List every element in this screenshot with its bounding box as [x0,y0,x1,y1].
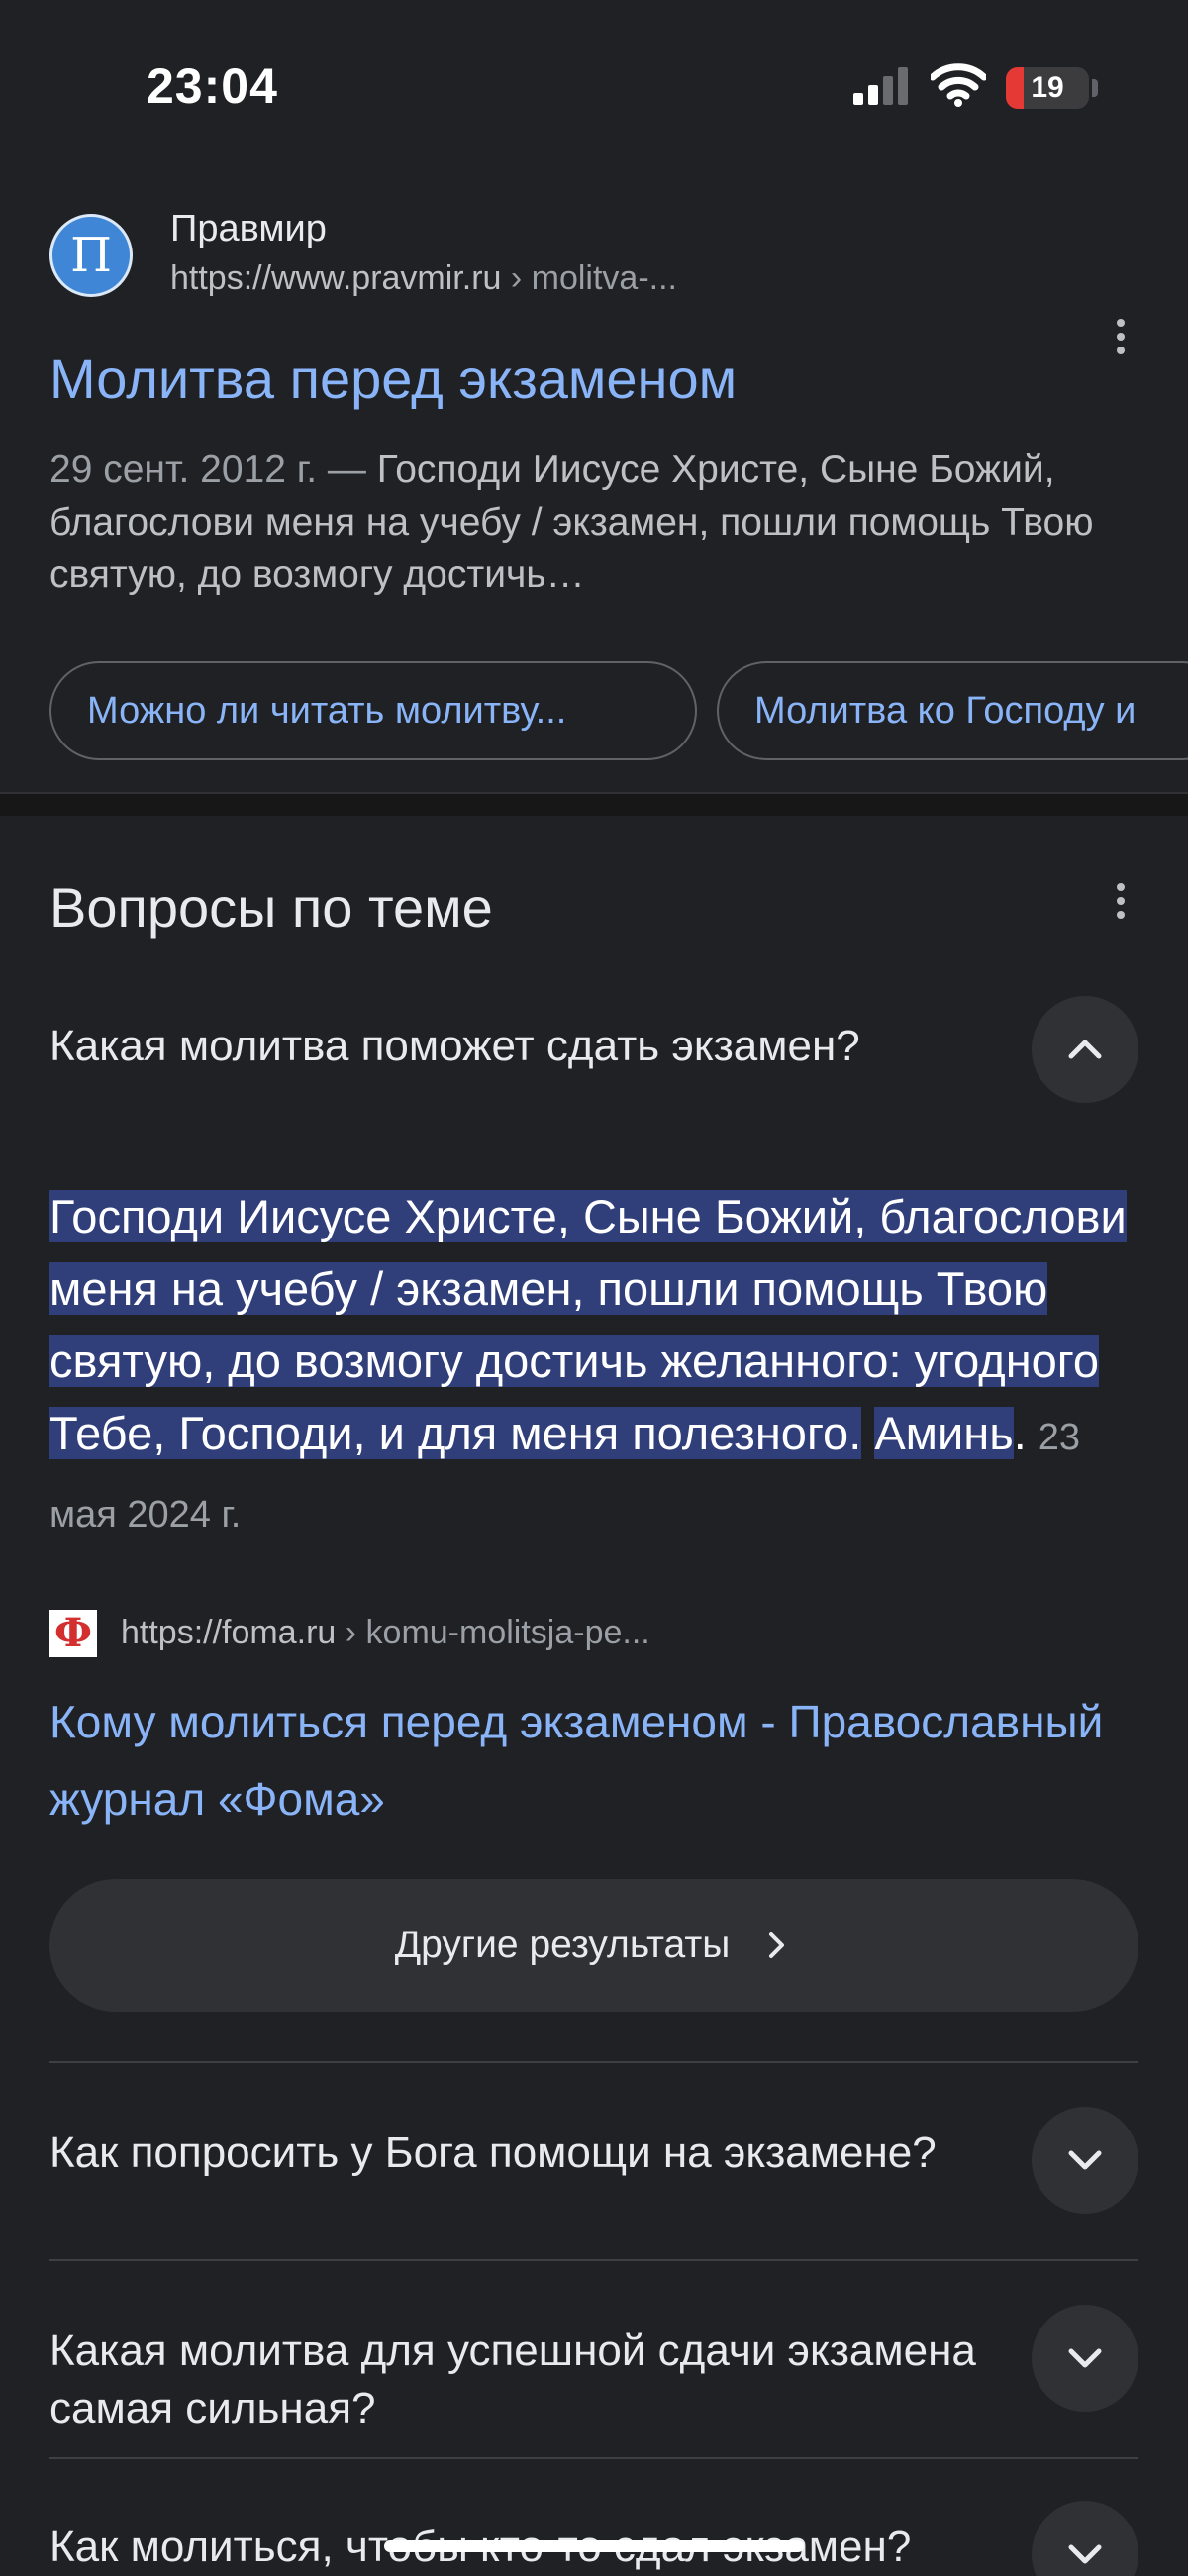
battery-tip [1092,79,1098,97]
search-result-card: П Правмир https://www.pravmir.ru › molit… [0,178,1188,792]
answer-text: Господи Иисусе Христе, Сыне Божий, благо… [50,1180,1148,1551]
question-collapsed[interactable]: Какая молитва для успешной сдачи экзамен… [50,2323,1000,2437]
chevron-down-icon [1068,2150,1102,2170]
chevron-down-icon [1068,2348,1102,2368]
source-favicon[interactable]: Ф [50,1610,97,1657]
battery-level: 19 [1031,71,1064,104]
chevron-down-icon [1068,2544,1102,2564]
site-url-domain: https://www.pravmir.ru [170,259,502,297]
answer-highlighted-tail: Аминь [874,1407,1014,1459]
question-expanded[interactable]: Какая молитва поможет сдать экзамен? [50,1018,1000,1075]
chevron-right-icon [769,1932,785,1958]
section-divider [0,792,1188,816]
wifi-icon [931,63,986,107]
battery-icon: 19 [1006,67,1089,109]
question-divider [50,2457,1138,2459]
expand-button[interactable] [1032,2501,1138,2576]
result-more-options-icon[interactable] [1101,307,1140,366]
home-indicator[interactable] [384,2540,804,2552]
site-url-path: › molitva-... [501,259,677,297]
site-favicon-letter: П [70,228,112,283]
snippet-date: 29 сент. 2012 г. — [50,448,377,491]
expand-button[interactable] [1032,2107,1138,2214]
expand-button[interactable] [1032,2305,1138,2412]
source-url[interactable]: https://foma.ru › komu-molitsja-pe... [121,1614,650,1652]
site-name[interactable]: Правмир [170,208,327,250]
site-favicon[interactable]: П [50,214,133,297]
source-favicon-letter: Ф [54,1610,92,1656]
sitelink-chip[interactable]: Можно ли читать молитву... [50,661,697,760]
source-url-domain: https://foma.ru [121,1614,337,1651]
more-results-button[interactable]: Другие результаты [50,1879,1138,2012]
status-time: 23:04 [147,58,278,114]
result-title-link[interactable]: Молитва перед экзаменом [50,347,737,411]
section-more-options-icon[interactable] [1101,871,1140,931]
signal-icon [853,67,908,105]
source-title-link[interactable]: Кому молиться перед экзаменом - Правосла… [50,1683,1138,1837]
chevron-up-icon [1068,1040,1102,1059]
sitelink-chip[interactable]: Молитва ко Господу и [717,661,1188,760]
status-bar: 23:04 19 [0,0,1188,178]
source-url-path: › komu-molitsja-pe... [336,1614,650,1651]
section-title: Вопросы по теме [50,876,493,939]
question-divider [50,2061,1138,2063]
collapse-button[interactable] [1032,996,1138,1103]
related-questions-section: Вопросы по теме Какая молитва поможет сд… [0,816,1188,2576]
site-url[interactable]: https://www.pravmir.ru › molitva-... [170,259,677,298]
question-divider [50,2259,1138,2261]
question-collapsed[interactable]: Как попросить у Бога помощи на экзамене? [50,2125,1000,2182]
more-results-label: Другие результаты [394,1924,731,1966]
answer-end: . [1013,1407,1027,1459]
result-snippet: 29 сент. 2012 г. — Господи Иисусе Христе… [50,444,1148,601]
